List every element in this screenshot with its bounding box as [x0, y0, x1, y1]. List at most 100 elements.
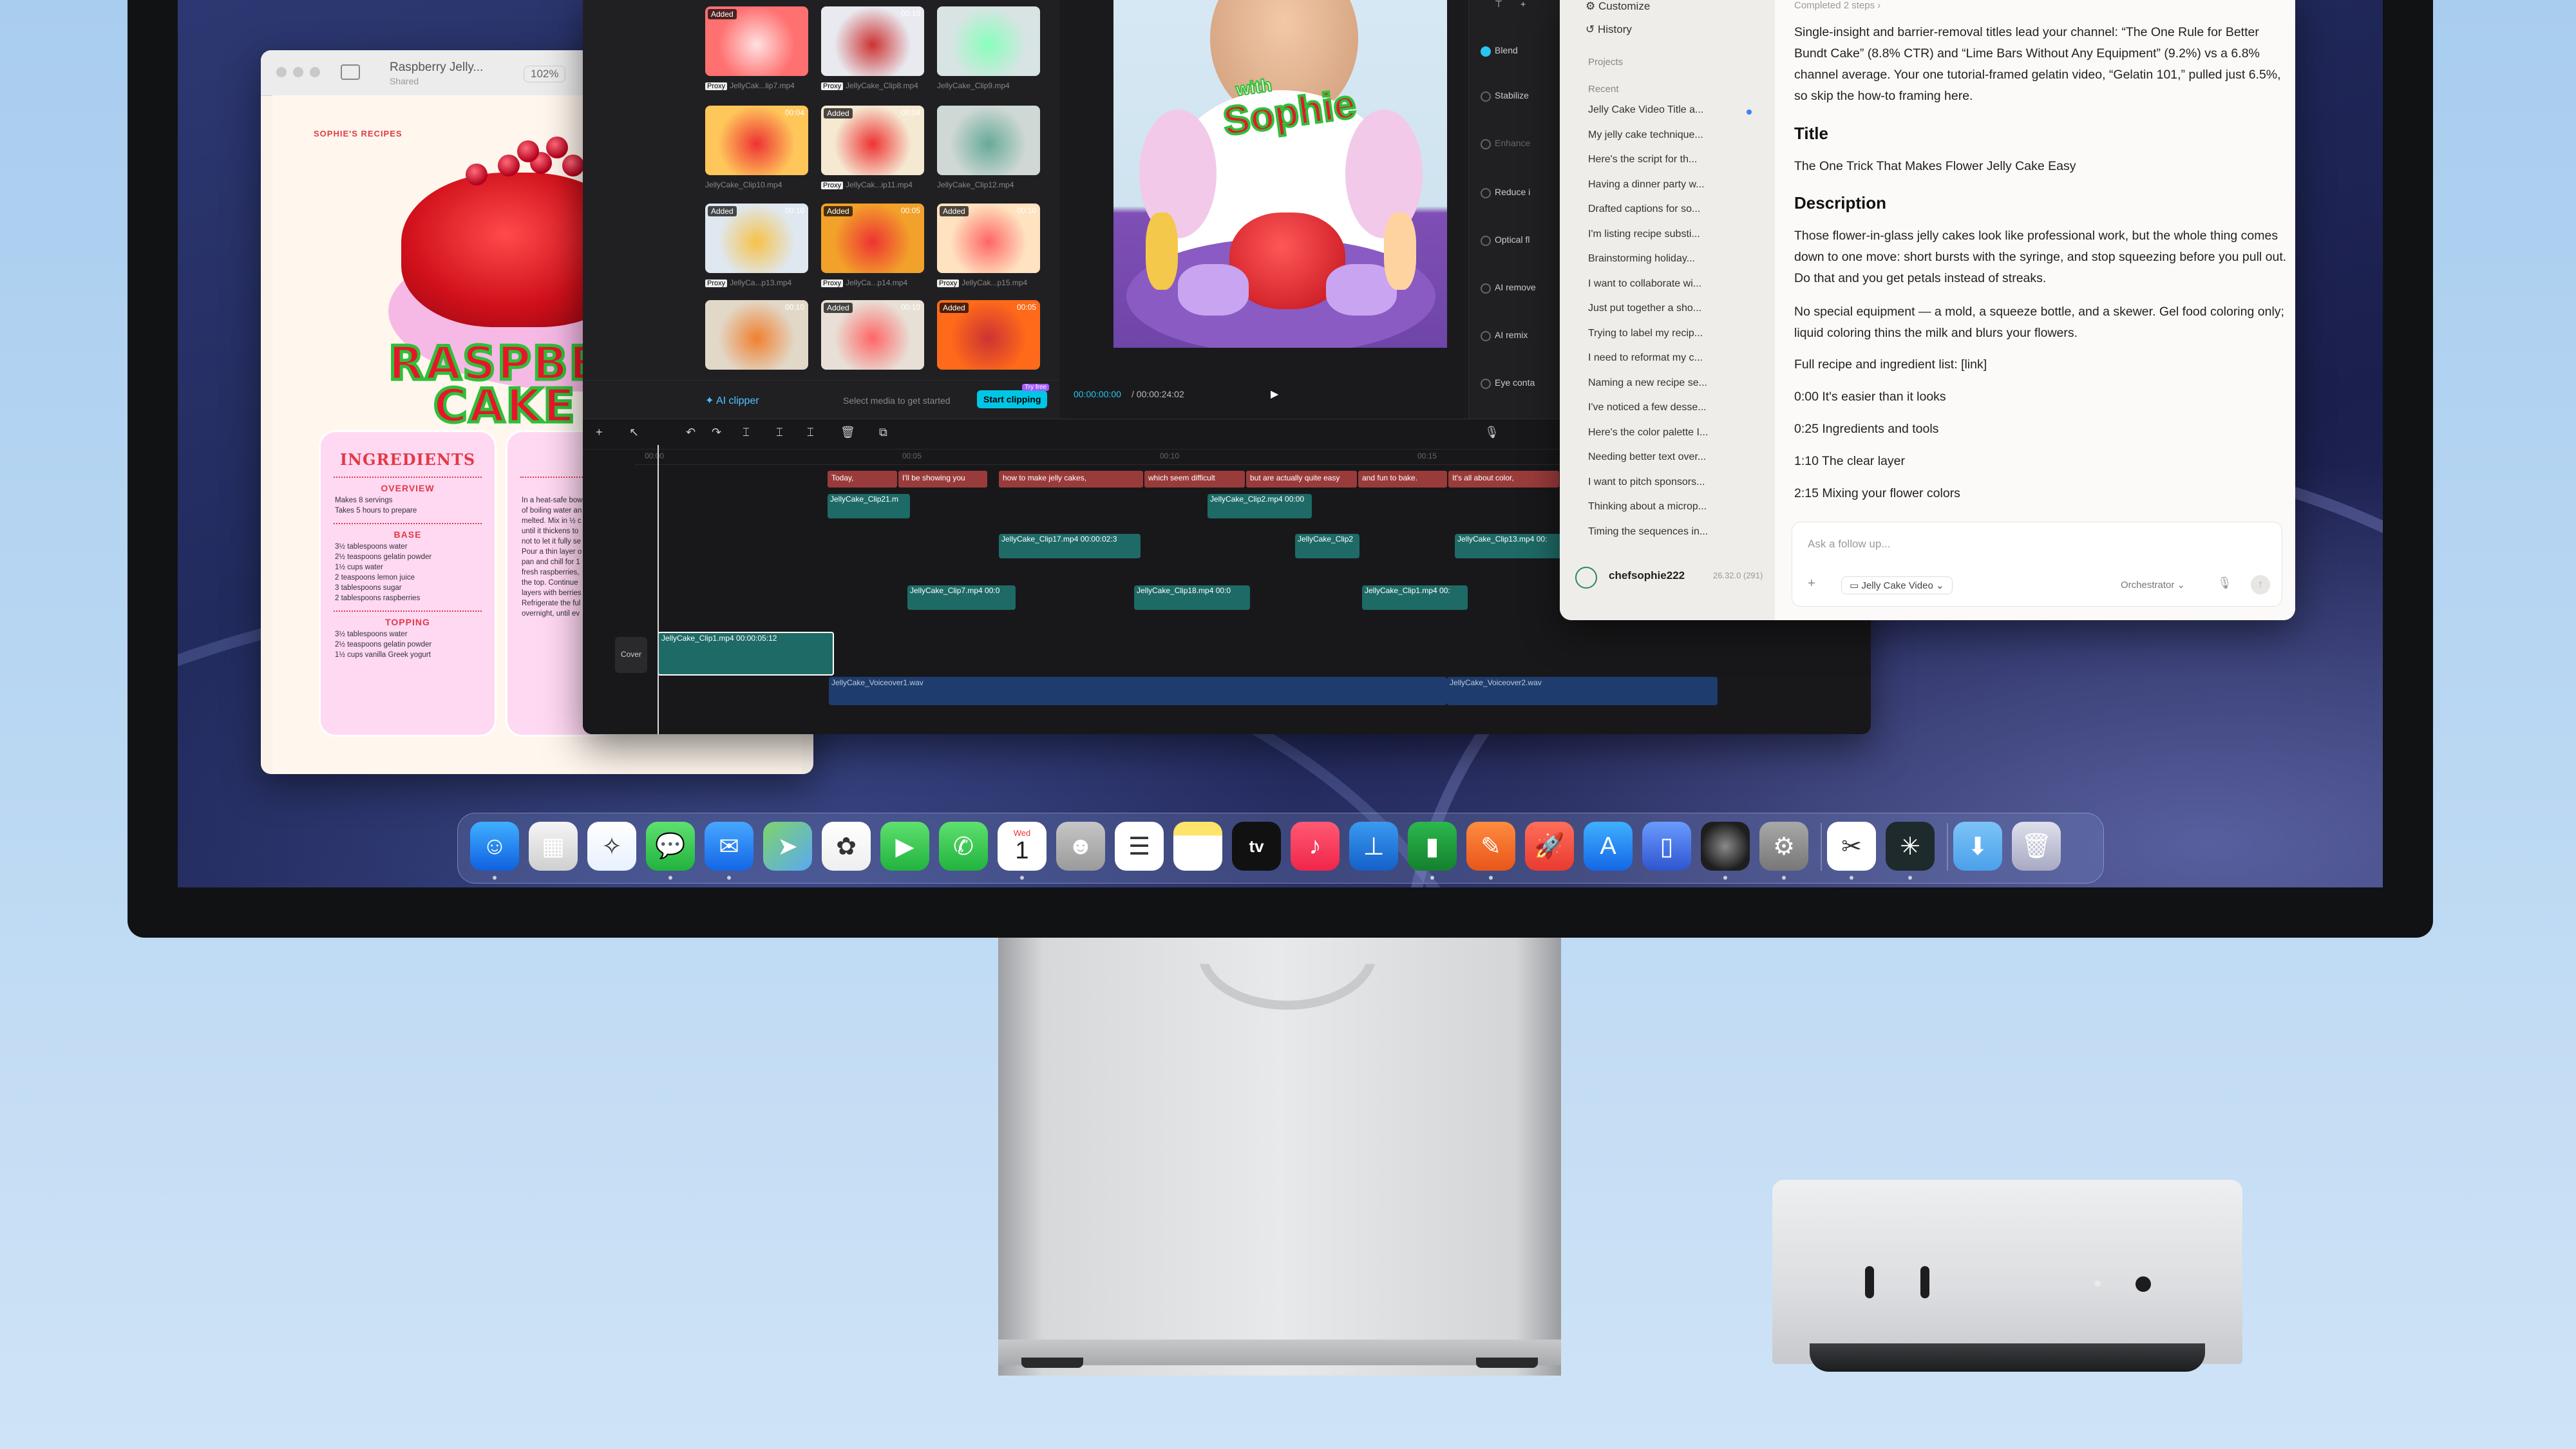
project-chip[interactable]: ▭ Jelly Cake Video ⌄ [1841, 576, 1953, 594]
downloads-icon[interactable]: ⬇ [1953, 822, 2002, 871]
caption-clip[interactable]: I'll be showing you [898, 471, 987, 488]
crop-icon[interactable]: ⧉ [879, 426, 887, 439]
microphone-icon[interactable]: 🎙 [1484, 426, 1499, 439]
numbers-icon[interactable]: ▮ [1408, 822, 1457, 871]
reminders-icon[interactable]: ☰ [1115, 822, 1164, 871]
recent-chat-item[interactable]: I want to pitch sponsors... [1588, 477, 1705, 488]
main-video-clip[interactable]: JellyCake_Clip1.mp4 00:00:05:12 [658, 632, 834, 676]
media-thumbnail[interactable]: Added [705, 6, 808, 76]
recent-chat-item[interactable]: Brainstorming holiday... [1588, 253, 1695, 265]
media-thumbnail[interactable]: Added 00:04 [821, 106, 924, 175]
orchestrator-select[interactable]: Orchestrator ⌄ [2121, 579, 2185, 591]
recent-chat-item[interactable]: Thinking about a microp... [1588, 501, 1707, 513]
recent-chat-item[interactable]: Jelly Cake Video Title a... [1588, 104, 1703, 116]
property-toggle[interactable] [1481, 331, 1491, 341]
recent-chat-item[interactable]: Here's the script for th... [1588, 154, 1697, 166]
mail-icon[interactable]: ✉ [705, 822, 753, 871]
media-thumbnail[interactable]: Added 00:10 [821, 300, 924, 370]
pages-icon[interactable]: ✎ [1466, 822, 1515, 871]
attach-icon[interactable]: + [1808, 576, 1815, 591]
redo-icon[interactable]: ↷ [712, 426, 721, 439]
avatar[interactable] [1575, 567, 1597, 589]
property-toggle[interactable] [1481, 379, 1491, 389]
history-item[interactable]: ↺ History [1586, 23, 1632, 36]
ai-clipper-label[interactable]: ✦ AI clipper [705, 394, 759, 407]
video-clip[interactable]: JellyCake_Clip1.mp4 00: [1362, 585, 1468, 610]
recent-chat-item[interactable]: I want to collaborate wi... [1588, 278, 1701, 290]
video-clip[interactable]: JellyCake_Clip2 [1295, 534, 1359, 558]
recent-chat-item[interactable]: Trying to label my recip... [1588, 328, 1703, 339]
playhead[interactable] [658, 445, 659, 734]
caption-clip[interactable]: which seem difficult [1144, 471, 1245, 488]
property-toggle[interactable] [1481, 188, 1491, 198]
safari-icon[interactable]: ✧ [587, 822, 636, 871]
video-clip[interactable]: JellyCake_Clip7.mp4 00:0 [907, 585, 1016, 610]
property-toggle[interactable] [1481, 139, 1491, 149]
recent-chat-item[interactable]: I'm listing recipe substi... [1588, 229, 1700, 240]
recent-chat-item[interactable]: Timing the sequences in... [1588, 526, 1708, 538]
video-clip[interactable]: JellyCake_Clip2.mp4 00:00 [1208, 494, 1312, 518]
trim-left-icon[interactable]: ⌶ [776, 426, 783, 439]
app-store-icon[interactable]: A [1584, 822, 1633, 871]
cover-button[interactable]: Cover [615, 637, 647, 673]
property-toggle[interactable] [1481, 236, 1491, 246]
close-window-button[interactable] [276, 67, 287, 77]
media-thumbnail[interactable] [937, 6, 1040, 76]
customize-item[interactable]: ⚙ Customize [1586, 0, 1650, 13]
send-icon[interactable]: ↑ [2251, 575, 2270, 594]
assistant-window[interactable]: ⚙ Customize ↺ History Projects Recent Je… [1560, 0, 2295, 620]
select-tool-icon[interactable]: ↖ [629, 426, 639, 439]
follow-up-input[interactable]: Ask a follow up... [1808, 538, 1891, 551]
notes-icon[interactable] [1173, 822, 1222, 871]
audio-clip[interactable]: JellyCake_Voiceover2.wav [1447, 677, 1718, 705]
maps-icon[interactable]: ➤ [763, 822, 812, 871]
messages-icon[interactable]: 💬 [646, 822, 695, 871]
tv-icon[interactable]: tv [1232, 822, 1281, 871]
minimize-window-button[interactable] [293, 67, 303, 77]
video-clip[interactable]: JellyCake_Clip17.mp4 00:00:02:3 [999, 534, 1141, 558]
recent-chat-item[interactable]: I've noticed a few desse... [1588, 402, 1707, 413]
facetime-icon[interactable]: ▶ [880, 822, 929, 871]
recent-chat-item[interactable]: Naming a new recipe se... [1588, 377, 1707, 389]
zoom-select[interactable]: 102% [524, 66, 566, 82]
calendar-icon[interactable]: Wed 1 [998, 822, 1046, 871]
system-settings-icon[interactable]: ⚙ [1759, 822, 1808, 871]
mirror-icon[interactable]: ▯ [1642, 822, 1691, 871]
recent-chat-item[interactable]: Here's the color palette I... [1588, 427, 1708, 439]
recent-chat-item[interactable]: Drafted captions for so... [1588, 204, 1700, 215]
contacts-icon[interactable]: ☻ [1056, 822, 1105, 871]
launcher-icon[interactable]: 🚀 [1525, 822, 1574, 871]
phone-icon[interactable]: ✆ [939, 822, 988, 871]
completed-steps[interactable]: Completed 2 steps › [1794, 0, 1880, 11]
keynote-icon[interactable]: ⊥ [1349, 822, 1398, 871]
split-icon[interactable]: ⌶ [743, 426, 750, 439]
caption-clip[interactable]: It's all about color, [1448, 471, 1559, 488]
media-thumbnail[interactable]: Added 00:05 [821, 204, 924, 273]
finder-icon[interactable]: ☺ [470, 822, 519, 871]
audio-clip[interactable]: JellyCake_Voiceover1.wav [829, 677, 1447, 705]
sidebar-toggle-icon[interactable] [341, 64, 360, 80]
music-icon[interactable]: ♪ [1291, 822, 1340, 871]
recent-chat-item[interactable]: Just put together a sho... [1588, 303, 1701, 314]
zoom-window-button[interactable] [310, 67, 320, 77]
delete-icon[interactable]: 🗑 [840, 426, 855, 439]
video-preview[interactable]: with Sophie [1113, 0, 1447, 348]
property-toggle[interactable] [1481, 283, 1491, 294]
undo-icon[interactable]: ↶ [686, 426, 696, 439]
media-thumbnail[interactable]: Added 00:05 [937, 300, 1040, 370]
media-thumbnail[interactable]: Added 00:10 [705, 204, 808, 273]
capcut-icon[interactable]: ✂ [1827, 822, 1876, 871]
video-clip[interactable]: JellyCake_Clip18.mp4 00:0 [1134, 585, 1250, 610]
align-icon[interactable]: ⊤ [1495, 0, 1502, 10]
start-clipping-button[interactable]: Start clipping [977, 390, 1048, 408]
caption-clip[interactable]: but are actually quite easy [1246, 471, 1357, 488]
video-clip[interactable]: JellyCake_Clip21.m [828, 494, 910, 518]
username[interactable]: chefsophie222 [1609, 569, 1685, 582]
media-thumbnail[interactable]: 00:10 [705, 300, 808, 370]
recent-chat-item[interactable]: My jelly cake technique... [1588, 129, 1703, 141]
add-icon[interactable]: + [1520, 0, 1526, 9]
play-button[interactable]: ▶ [1271, 388, 1278, 401]
media-thumbnail[interactable]: 00:04 [705, 106, 808, 175]
recent-chat-item[interactable]: I need to reformat my c... [1588, 352, 1703, 364]
trash-icon[interactable]: 🗑 [2012, 822, 2061, 871]
